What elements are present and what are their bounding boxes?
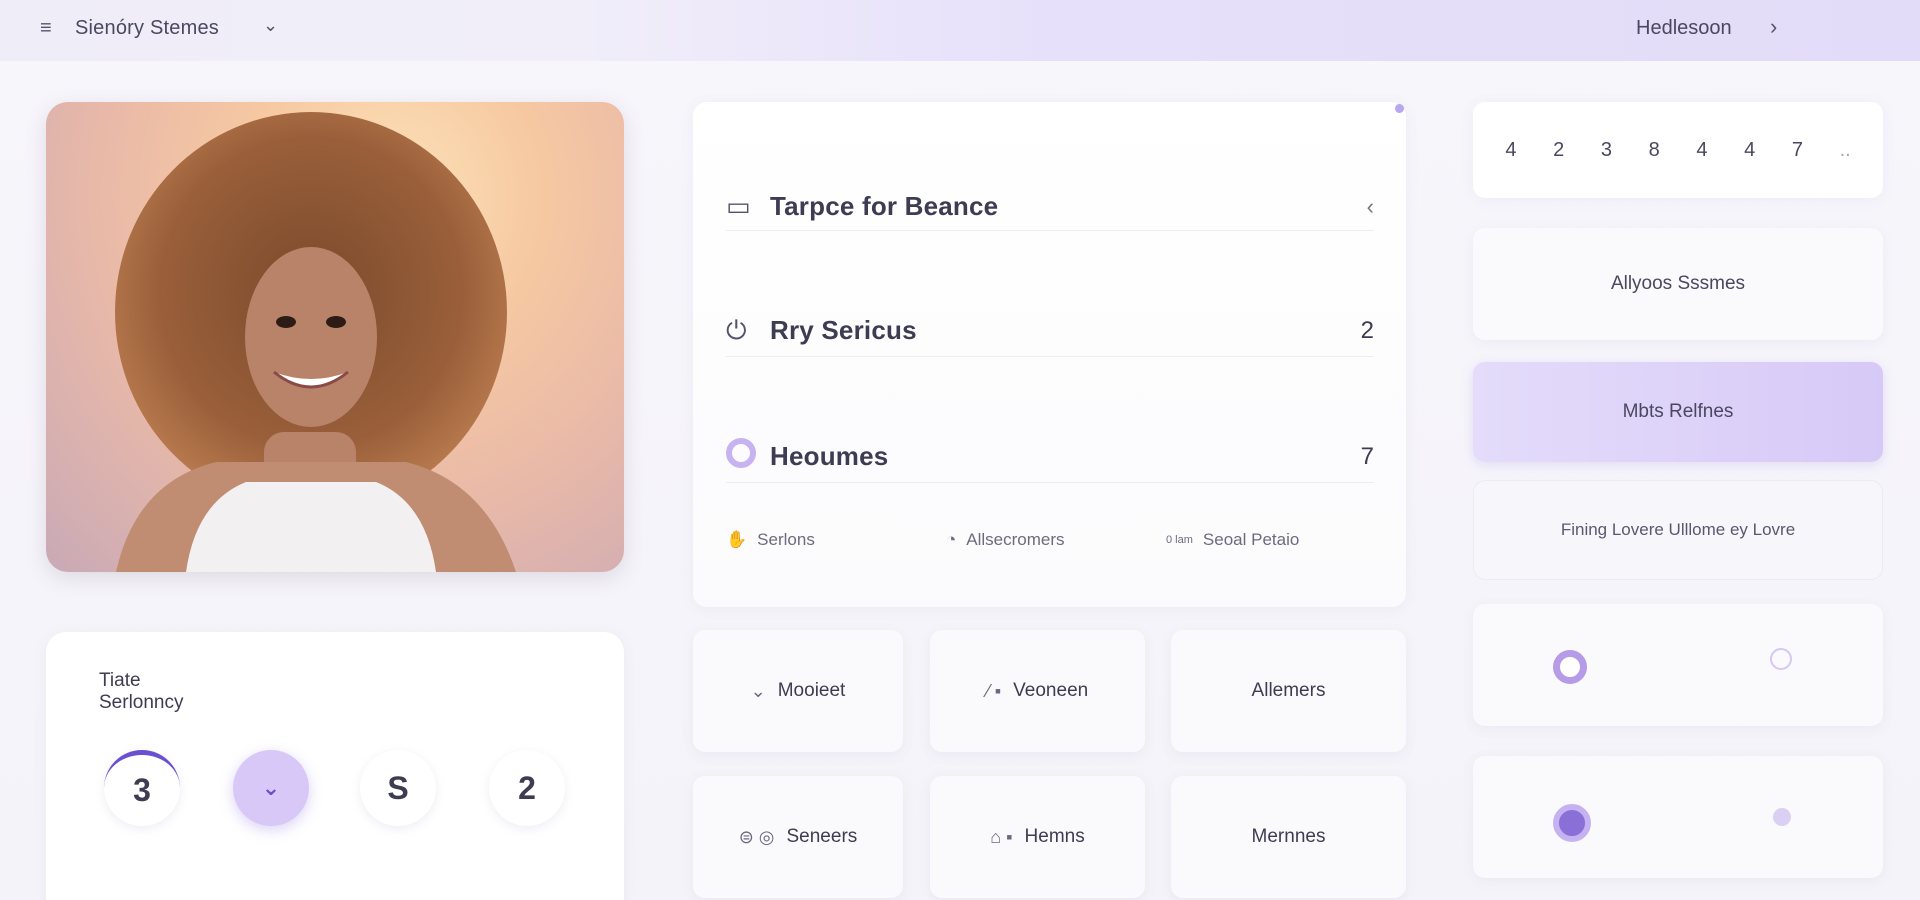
row-count: 7	[1360, 442, 1374, 470]
hamburger-icon[interactable]: ≡	[40, 17, 60, 39]
list-row[interactable]: ▭ Tarpce for Beance ‹	[726, 144, 1374, 269]
chevron-right-icon[interactable]: ›	[1770, 14, 1777, 40]
chevron-down-icon: ⌄	[261, 775, 281, 800]
power-icon: ⏻	[726, 314, 747, 345]
stats-card: Tiate Serlonncy 3 ⌄ S 2	[46, 632, 624, 900]
row-label: Heoumes	[770, 441, 889, 471]
tile-seneers[interactable]: ⊜ ◎ Seneers	[693, 776, 903, 898]
toggle-icon: ⊜ ◎	[738, 826, 775, 847]
number-item[interactable]: 7	[1792, 139, 1803, 162]
number-item[interactable]: 4	[1505, 139, 1516, 162]
stat-circle-3[interactable]: 3	[104, 750, 180, 826]
number-item[interactable]: ..	[1840, 139, 1851, 162]
number-item[interactable]: 2	[1553, 139, 1564, 162]
bag-icon: ▭	[726, 191, 751, 221]
camera-icon[interactable]	[1553, 804, 1591, 842]
row-count: 2	[1360, 316, 1374, 344]
profile-photo	[46, 102, 624, 572]
row-label: Tarpce for Beance	[770, 191, 999, 221]
list-row[interactable]: ⏻ Rry Sericus 2	[726, 268, 1374, 393]
footer-link-allsecromers[interactable]: ◔ Allsecromers	[946, 530, 1166, 550]
user-menu-label[interactable]: Hedlesoon	[1636, 17, 1732, 40]
stat-circle-s[interactable]: S	[360, 750, 436, 826]
icon-tile-2	[1473, 756, 1883, 878]
heart-icon[interactable]	[1553, 650, 1587, 684]
tile-veoneen[interactable]: ⁄ ▪ Veoneen	[930, 630, 1145, 752]
footer-link-serlons[interactable]: ✋ Serlons	[726, 530, 946, 550]
tile-mernnes[interactable]: Mernnes	[1171, 776, 1406, 898]
list-footer: ✋ Serlons ◔ Allsecromers 0 lam Seoal Pet…	[726, 530, 1374, 550]
number-item[interactable]: 4	[1696, 139, 1707, 162]
user-icon[interactable]	[1773, 808, 1791, 826]
divider	[726, 482, 1374, 483]
divider	[726, 230, 1374, 231]
edit-icon: ⁄ ▪	[986, 680, 1002, 701]
tile-hemns[interactable]: ⌂ ▪ Hemns	[930, 776, 1145, 898]
number-item[interactable]: 4	[1744, 139, 1755, 162]
number-strip: 4 2 3 8 4 4 7 ..	[1473, 102, 1883, 198]
expand-button[interactable]: ⌄	[233, 750, 309, 826]
chevron-down-icon: ⌄	[750, 680, 766, 701]
chevron-down-icon[interactable]: ⌄	[263, 15, 278, 36]
tag-icon: 0 lam	[1166, 534, 1193, 546]
bell-icon: ◔	[946, 530, 957, 549]
stat-circle-2[interactable]: 2	[489, 750, 565, 826]
status-dot	[1395, 104, 1404, 113]
hand-icon: ✋	[726, 530, 748, 549]
icon-tile-1	[1473, 604, 1883, 726]
list-row[interactable]: Heoumes 7	[726, 394, 1374, 519]
app-title[interactable]: Sienóry Stemes	[75, 17, 219, 40]
tile-mooieet[interactable]: ⌄ Mooieet	[693, 630, 903, 752]
main-list-card: ▭ Tarpce for Beance ‹ ⏻ Rry Sericus 2 He…	[693, 102, 1406, 607]
mbts-button[interactable]: Mbts Relfnes	[1473, 362, 1883, 462]
number-item[interactable]: 8	[1649, 139, 1660, 162]
fining-button[interactable]: Fining Lovere Ulllome ey Lovre	[1473, 480, 1883, 580]
ring-icon	[726, 438, 770, 475]
location-pin-icon[interactable]	[1770, 648, 1792, 670]
top-bar: ≡ Sienóry Stemes ⌄ Hedlesoon ›	[0, 0, 1920, 61]
footer-link-seoal-petaio[interactable]: 0 lam Seoal Petaio	[1166, 530, 1374, 550]
portrait-illustration	[115, 112, 516, 572]
tile-allemers[interactable]: Allemers	[1171, 630, 1406, 752]
number-item[interactable]: 3	[1601, 139, 1612, 162]
stats-heading: Tiate Serlonncy	[99, 670, 184, 713]
row-label: Rry Sericus	[770, 315, 917, 345]
divider	[726, 356, 1374, 357]
allyoos-button[interactable]: Allyoos Sssmes	[1473, 228, 1883, 340]
collapse-icon[interactable]: ‹	[1367, 194, 1374, 220]
shirt-icon: ⌂ ▪	[990, 826, 1013, 847]
